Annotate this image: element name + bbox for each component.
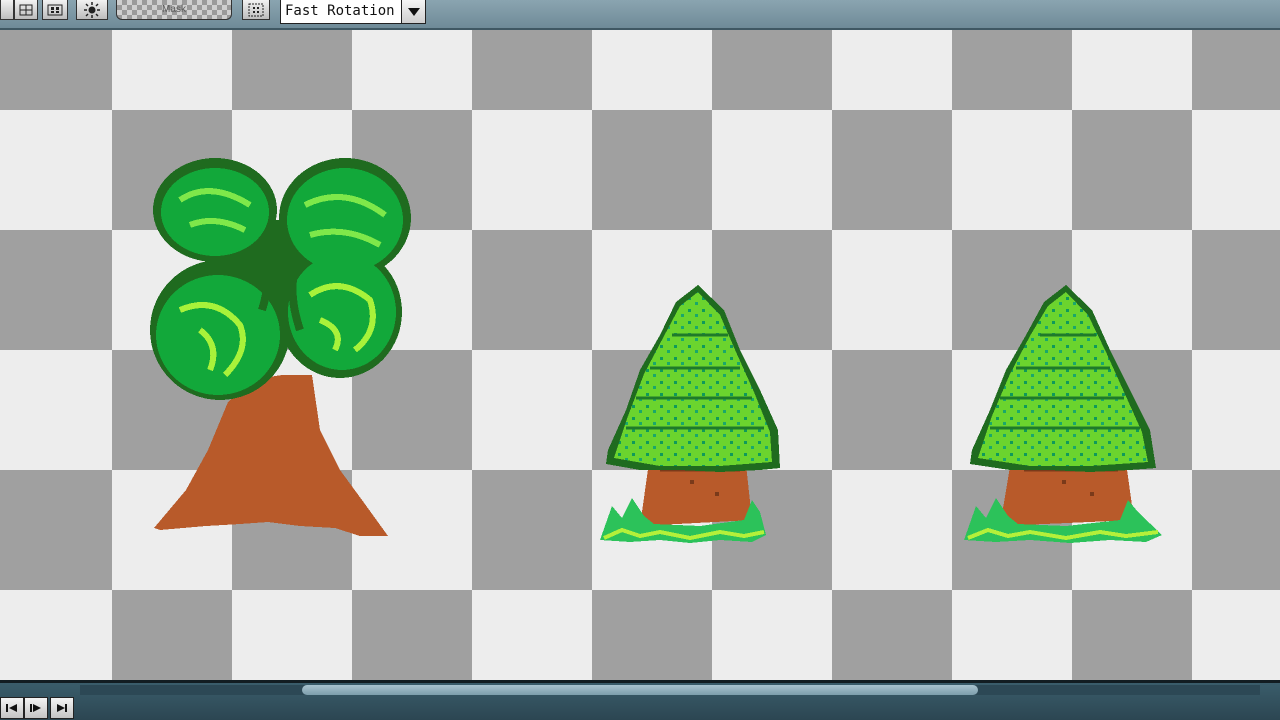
rotation-mode-value: Fast Rotation <box>285 3 395 19</box>
toolbar: Mask Fast Rotation <box>0 0 1280 30</box>
toolbar-button-partial[interactable] <box>0 0 14 20</box>
play-icon <box>30 704 41 712</box>
select-grid-icon <box>248 3 264 16</box>
grid-dots-icon <box>47 4 63 15</box>
grid-button[interactable] <box>14 0 38 20</box>
brightness-button[interactable] <box>76 0 108 20</box>
canvas-drawing <box>0 30 1280 680</box>
chevron-down-icon[interactable] <box>401 0 425 23</box>
pixel-editor-window: Mask Fast Rotation <box>0 0 1280 720</box>
skip-forward-icon <box>57 704 67 712</box>
play-button[interactable] <box>24 697 48 719</box>
sprite-canvas[interactable] <box>0 30 1280 680</box>
rotation-mode-select[interactable]: Fast Rotation <box>280 0 426 24</box>
bottom-bar <box>0 680 1280 720</box>
skip-forward-button[interactable] <box>50 697 74 719</box>
sun-icon <box>84 1 100 18</box>
mask-button[interactable]: Mask <box>116 0 232 20</box>
grid-dots-button[interactable] <box>42 0 68 20</box>
grid-icon <box>19 4 33 15</box>
step-back-button[interactable] <box>0 697 24 719</box>
select-grid-button[interactable] <box>242 0 270 20</box>
mask-button-label: Mask <box>162 4 186 15</box>
step-back-icon <box>6 704 17 712</box>
horizontal-scrollbar-thumb[interactable] <box>302 685 978 695</box>
